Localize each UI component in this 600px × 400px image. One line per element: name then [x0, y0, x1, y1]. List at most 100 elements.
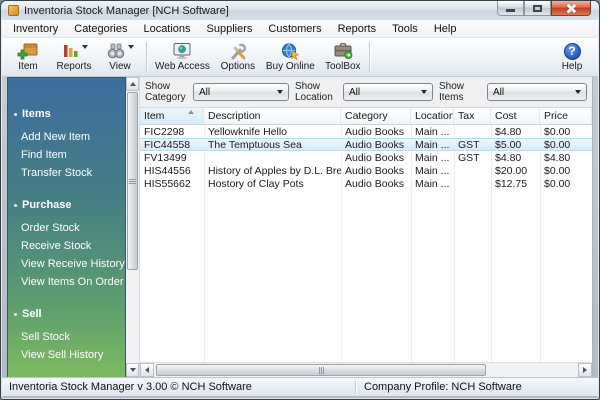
maximize-button[interactable]	[524, 1, 551, 16]
toolbox-button[interactable]: ToolBox	[320, 39, 366, 75]
sidebar-item-sell-stock[interactable]: Sell Stock	[8, 329, 125, 345]
sidebar-item-view-sell-history[interactable]: View Sell History	[8, 347, 125, 363]
column-header-description[interactable]: Description	[204, 108, 341, 124]
help-icon: ?	[563, 43, 581, 60]
sidebar-item-order-stock[interactable]: Order Stock	[8, 220, 125, 236]
thumb-grip	[318, 366, 320, 374]
menu-suppliers[interactable]: Suppliers	[199, 21, 261, 37]
options-button-label: Options	[220, 61, 256, 72]
column-header-category[interactable]: Category	[341, 108, 411, 124]
sidebar-section-items: Items	[8, 106, 125, 122]
status-company-profile: Company Profile: NCH Software	[364, 381, 522, 393]
web-access-button-label: Web Access	[155, 61, 210, 72]
table-row[interactable]: FIC2298 Yellowknife Hello Audio Books Ma…	[140, 125, 592, 138]
toolbar-separator	[146, 42, 147, 72]
arrow-up-icon	[129, 82, 136, 86]
cell-tax: GST	[458, 138, 480, 151]
buy-online-button-label: Buy Online	[265, 61, 315, 72]
close-button[interactable]	[551, 1, 591, 16]
horizontal-scroll-track[interactable]	[486, 363, 578, 377]
cell-cost: $4.80	[495, 151, 522, 164]
view-button[interactable]: View	[97, 39, 143, 75]
chevron-down-icon	[277, 90, 283, 94]
scroll-left-button[interactable]	[140, 363, 154, 377]
category-dropdown[interactable]: All	[193, 83, 289, 101]
cell-price: $0.00	[544, 164, 571, 177]
column-header-location[interactable]: Location	[411, 108, 454, 124]
menu-locations[interactable]: Locations	[135, 21, 198, 37]
web-access-button[interactable]: Web Access	[150, 39, 215, 75]
column-header-item[interactable]: Item	[140, 108, 204, 124]
menu-customers[interactable]: Customers	[260, 21, 329, 37]
table-row[interactable]: FV13499 Audio Books Main ... GST $4.80 $…	[140, 151, 592, 164]
binoculars-icon	[107, 43, 125, 59]
cell-item: HIS44556	[144, 164, 191, 177]
sidebar-item-transfer-stock[interactable]: Transfer Stock	[8, 165, 125, 181]
table-row[interactable]: HIS55662 Hostory of Clay Pots Audio Book…	[140, 177, 592, 190]
vertical-scrollbar[interactable]	[126, 77, 140, 377]
column-header-tax[interactable]: Tax	[454, 108, 491, 124]
cell-location: Main ...	[415, 125, 450, 138]
minimize-button[interactable]	[497, 1, 524, 16]
items-dropdown[interactable]: All	[487, 83, 587, 101]
column-header-price[interactable]: Price	[540, 108, 592, 124]
menu-categories[interactable]: Categories	[66, 21, 135, 37]
menu-bar: Inventory Categories Locations Suppliers…	[2, 20, 598, 38]
location-dropdown[interactable]: All	[343, 83, 433, 101]
main-panel: Show Category All Show Location All Show…	[140, 77, 593, 377]
cell-item: HIS55662	[144, 177, 191, 190]
sidebar-section-label: Purchase	[22, 199, 72, 211]
show-items-label: Show Items	[439, 80, 465, 104]
options-button[interactable]: Options	[215, 39, 261, 75]
reports-button[interactable]: Reports	[51, 39, 97, 75]
sidebar-item-receive-stock[interactable]: Receive Stock	[8, 238, 125, 254]
sidebar-section-sell: Sell	[8, 306, 125, 322]
frame-bottom	[1, 396, 599, 399]
scroll-up-button[interactable]	[126, 77, 139, 91]
sidebar-item-view-items-on-order[interactable]: View Items On Order	[8, 274, 125, 290]
menu-reports[interactable]: Reports	[330, 21, 385, 37]
sidebar-section-label: Sell	[22, 308, 42, 320]
category-dropdown-value: All	[199, 86, 211, 98]
cell-tax: GST	[458, 151, 480, 164]
cell-location: Main ...	[415, 138, 450, 151]
scroll-right-button[interactable]	[578, 363, 592, 377]
bullet-icon	[14, 312, 17, 316]
help-button[interactable]: ? Help	[549, 39, 595, 75]
maximize-icon	[533, 4, 542, 12]
table-body: FIC2298 Yellowknife Hello Audio Books Ma…	[140, 125, 592, 362]
table-row[interactable]: HIS44556 History of Apples by D.L. Brewe…	[140, 164, 592, 177]
column-header-label: Category	[345, 110, 388, 122]
sidebar-item-find-item[interactable]: Find Item	[8, 147, 125, 163]
window-title: Inventoria Stock Manager [NCH Software]	[24, 4, 229, 17]
vertical-scroll-thumb[interactable]	[127, 92, 138, 270]
horizontal-scroll-thumb[interactable]	[156, 364, 486, 376]
items-dropdown-value: All	[493, 86, 505, 98]
menu-help[interactable]: Help	[426, 21, 465, 37]
menu-inventory[interactable]: Inventory	[5, 21, 66, 37]
sidebar-item-view-receive-history[interactable]: View Receive History	[8, 256, 125, 272]
vertical-scroll-track[interactable]	[126, 271, 139, 363]
sidebar-item-add-new-item[interactable]: Add New Item	[8, 129, 125, 145]
buy-online-button[interactable]: Buy Online	[261, 39, 320, 75]
table-row-selected[interactable]: FIC44558 The Temptuous Sea Audio Books M…	[140, 138, 592, 151]
cell-description: Yellowknife Hello	[208, 125, 287, 138]
horizontal-scrollbar[interactable]	[140, 362, 592, 377]
column-header-cost[interactable]: Cost	[491, 108, 540, 124]
cell-category: Audio Books	[345, 125, 404, 138]
status-bar: Inventoria Stock Manager v 3.00 © NCH So…	[2, 377, 598, 396]
cell-category: Audio Books	[345, 138, 404, 151]
column-header-label: Cost	[495, 110, 517, 122]
cell-price: $0.00	[544, 138, 571, 151]
toolbox-button-label: ToolBox	[324, 61, 361, 72]
scroll-down-button[interactable]	[126, 363, 139, 377]
thumb-grip	[129, 182, 136, 184]
cell-location: Main ...	[415, 177, 450, 190]
menu-tools[interactable]: Tools	[384, 21, 426, 37]
item-button[interactable]: Item	[5, 39, 51, 75]
view-dropdown-arrow	[128, 45, 134, 49]
bullet-icon	[14, 203, 17, 207]
cell-description: History of Apples by D.L. Brewer	[208, 164, 341, 177]
status-divider	[355, 380, 356, 394]
cell-cost: $4.80	[495, 125, 522, 138]
